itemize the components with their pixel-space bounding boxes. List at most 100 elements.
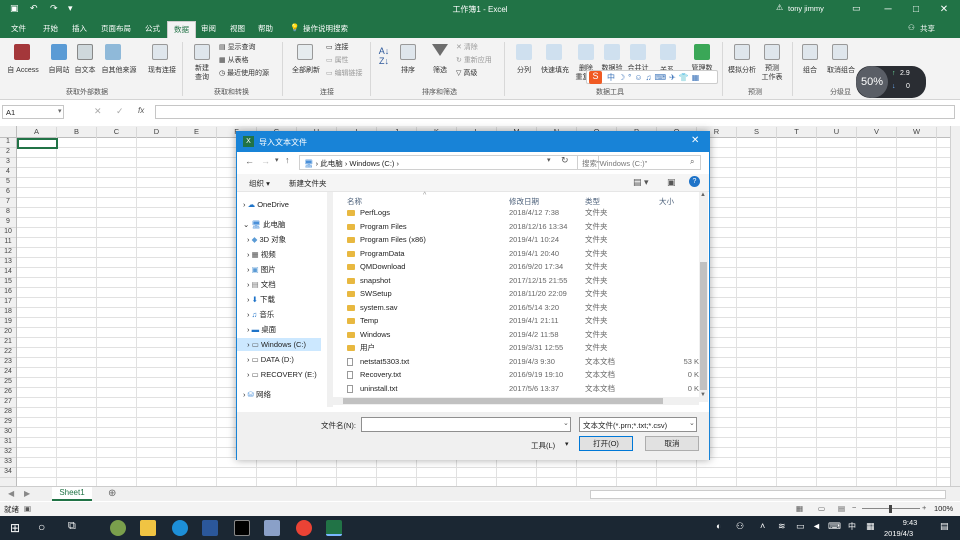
sort-button[interactable]: 排序 bbox=[396, 66, 420, 75]
row-header[interactable]: 10 bbox=[0, 228, 16, 238]
user-name[interactable]: tony jimmy bbox=[788, 4, 824, 13]
from-access-button[interactable]: 自 Access bbox=[4, 66, 42, 75]
forward-arrow-icon[interactable]: → bbox=[261, 156, 270, 166]
vertical-scrollbar[interactable] bbox=[950, 126, 960, 486]
active-cell[interactable] bbox=[17, 138, 58, 149]
row-header[interactable]: 4 bbox=[0, 168, 16, 178]
row-header[interactable]: 32 bbox=[0, 448, 16, 458]
row-header[interactable]: 19 bbox=[0, 318, 16, 328]
what-if-button[interactable]: 模拟分析 bbox=[724, 66, 760, 75]
row-header[interactable]: 7 bbox=[0, 198, 16, 208]
scroll-down-icon[interactable]: ▼ bbox=[700, 392, 706, 398]
file-row[interactable]: Program Files (x86) 2019/4/1 10:24 文件夹 bbox=[347, 233, 697, 246]
ime-indicator[interactable]: 中 bbox=[848, 521, 856, 532]
ribbon-options-icon[interactable]: ▭ bbox=[852, 3, 861, 14]
tools-button[interactable]: 工具(L) bbox=[531, 440, 555, 451]
recent-locations-icon[interactable]: ▾ bbox=[275, 156, 279, 164]
formula-input[interactable] bbox=[155, 105, 955, 119]
tray-expand-icon[interactable]: ˄ bbox=[760, 521, 765, 531]
column-header[interactable]: W bbox=[897, 127, 937, 138]
clock-date[interactable]: 2019/4/3 bbox=[884, 529, 913, 538]
row-header[interactable]: 11 bbox=[0, 238, 16, 248]
tell-me-search[interactable]: 操作说明搜索 bbox=[303, 23, 348, 34]
nav-documents[interactable]: › ▤ 文档 bbox=[247, 278, 276, 291]
next-sheet-icon[interactable]: ▶ bbox=[24, 489, 30, 498]
action-center-icon[interactable]: ▤ bbox=[940, 521, 949, 532]
file-row[interactable]: SWSetup 2018/11/20 22:09 文件夹 bbox=[347, 287, 697, 300]
share-icon[interactable]: ⚇ bbox=[908, 23, 915, 32]
minimize-button[interactable]: ─ bbox=[874, 0, 902, 20]
close-button[interactable]: ✕ bbox=[930, 0, 958, 20]
sort-az-icon[interactable]: A↓ Z↓ bbox=[376, 46, 392, 66]
tab-insert[interactable]: 插入 bbox=[72, 23, 87, 34]
help-icon[interactable]: ? bbox=[689, 176, 700, 187]
filename-input[interactable] bbox=[361, 417, 571, 432]
file-row[interactable]: system.sav 2016/5/14 3:20 文件夹 bbox=[347, 301, 697, 314]
row-header[interactable]: 9 bbox=[0, 218, 16, 228]
connections-button[interactable]: ▭ 连接 bbox=[326, 43, 349, 52]
file-list-scrollbar[interactable]: ▲ ▼ bbox=[699, 192, 708, 402]
horizontal-scrollbar[interactable] bbox=[590, 490, 946, 499]
row-header[interactable]: 13 bbox=[0, 258, 16, 268]
cortana-icon[interactable]: ○ bbox=[38, 520, 45, 534]
nav-downloads[interactable]: › ⬇ 下载 bbox=[247, 293, 275, 306]
select-all-corner[interactable] bbox=[0, 126, 17, 138]
zoom-in-icon[interactable]: + bbox=[922, 503, 926, 512]
cancel-button[interactable]: 取消 bbox=[645, 436, 699, 451]
row-header[interactable]: 14 bbox=[0, 268, 16, 278]
organize-button[interactable]: 组织 ▾ bbox=[249, 178, 270, 189]
tab-page-layout[interactable]: 页面布局 bbox=[101, 23, 131, 34]
new-folder-button[interactable]: 新建文件夹 bbox=[289, 178, 327, 189]
task-view-icon[interactable]: ⧉ bbox=[68, 520, 76, 533]
row-header[interactable]: 27 bbox=[0, 398, 16, 408]
file-row[interactable]: Recovery.txt 2016/9/19 19:10 文本文档 0 K bbox=[347, 368, 699, 381]
show-queries-button[interactable]: ▤ 显示查询 bbox=[219, 43, 256, 52]
nav-desktop[interactable]: › ▬ 桌面 bbox=[247, 323, 276, 336]
tray-app-icon[interactable]: ◐ bbox=[716, 521, 721, 531]
tools-dropdown-icon[interactable]: ▾ bbox=[565, 440, 569, 448]
nav-drive-d[interactable]: › ▭ DATA (D:) bbox=[247, 353, 294, 366]
row-header[interactable]: 29 bbox=[0, 418, 16, 428]
tab-file[interactable]: 文件 bbox=[11, 23, 26, 34]
column-header[interactable]: U bbox=[817, 127, 857, 138]
back-arrow-icon[interactable]: ← bbox=[245, 156, 254, 166]
flash-fill-button[interactable]: 快速填充 bbox=[538, 66, 572, 75]
row-header[interactable]: 28 bbox=[0, 408, 16, 418]
row-header[interactable]: 25 bbox=[0, 378, 16, 388]
macro-record-icon[interactable]: ▣ bbox=[24, 504, 31, 513]
nav-3d-objects[interactable]: › ◆ 3D 对象 bbox=[247, 233, 286, 246]
other-sources-button[interactable]: 自其他来源 bbox=[98, 66, 140, 75]
cancel-icon[interactable]: ✕ bbox=[94, 106, 102, 117]
column-header[interactable]: S bbox=[737, 127, 777, 138]
file-row[interactable]: QMDownload 2016/9/20 17:34 文件夹 bbox=[347, 260, 697, 273]
edit-links-button[interactable]: ▭ 编辑链接 bbox=[326, 69, 363, 78]
address-dropdown-icon[interactable]: ▾ bbox=[547, 156, 551, 164]
nav-network[interactable]: › ⛁ 网络 bbox=[243, 388, 271, 401]
scroll-up-icon[interactable]: ▲ bbox=[700, 192, 706, 198]
tab-view[interactable]: 视图 bbox=[230, 23, 245, 34]
row-header[interactable]: 8 bbox=[0, 208, 16, 218]
nav-videos[interactable]: › ▦ 视频 bbox=[247, 248, 276, 261]
row-header[interactable]: 24 bbox=[0, 368, 16, 378]
file-row[interactable]: ProgramData 2019/4/1 20:40 文件夹 bbox=[347, 247, 697, 260]
tab-formulas[interactable]: 公式 bbox=[145, 23, 160, 34]
file-row[interactable]: Windows 2019/4/2 11:58 文件夹 bbox=[347, 328, 697, 341]
dialog-close-icon[interactable]: ✕ bbox=[691, 135, 699, 146]
tab-help[interactable]: 帮助 bbox=[258, 23, 273, 34]
row-header[interactable]: 16 bbox=[0, 288, 16, 298]
row-header[interactable]: 31 bbox=[0, 438, 16, 448]
from-text-button[interactable]: 自文本 bbox=[70, 66, 100, 75]
ime-toolbar[interactable]: S 中☽°☺♫⌨✈👕▦ bbox=[586, 70, 718, 84]
column-header[interactable]: T bbox=[777, 127, 817, 138]
insert-function-icon[interactable]: fx bbox=[138, 106, 144, 115]
tab-review[interactable]: 审阅 bbox=[201, 23, 216, 34]
zoom-slider-thumb[interactable] bbox=[889, 505, 892, 513]
row-header[interactable]: 15 bbox=[0, 278, 16, 288]
breadcrumb-this-pc[interactable]: 此电脑 bbox=[320, 159, 343, 168]
people-icon[interactable]: ⚇ bbox=[736, 521, 744, 532]
row-header[interactable]: 1 bbox=[0, 138, 16, 148]
text-to-columns-button[interactable]: 分列 bbox=[510, 66, 538, 75]
edge-browser-icon[interactable] bbox=[172, 520, 188, 536]
file-row[interactable]: PerfLogs 2018/4/12 7:38 文件夹 bbox=[347, 206, 697, 219]
prev-sheet-icon[interactable]: ◀ bbox=[8, 489, 14, 498]
